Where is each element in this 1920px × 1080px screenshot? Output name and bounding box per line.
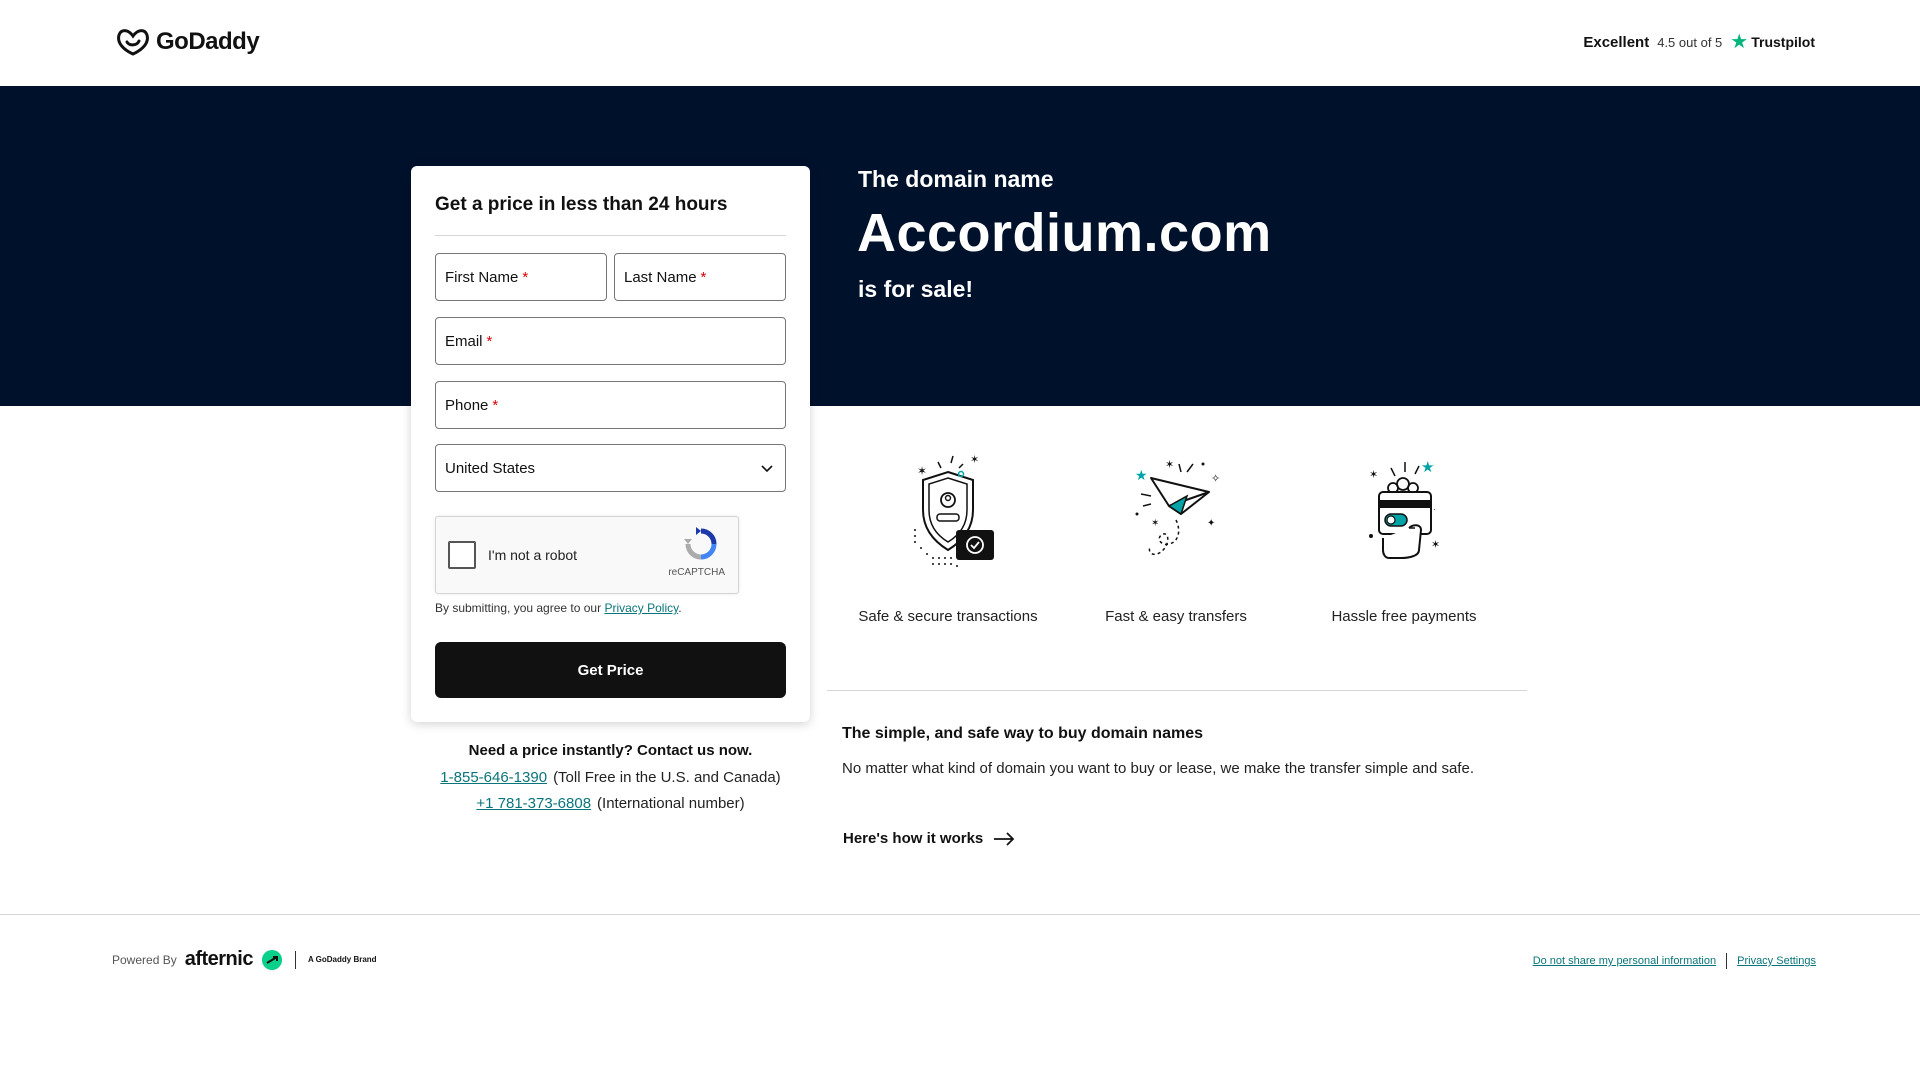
recaptcha-label: I'm not a robot	[488, 547, 578, 563]
trustpilot-label: Trustpilot	[1751, 34, 1815, 50]
contact-title: Need a price instantly? Contact us now.	[468, 742, 753, 759]
phone-label: Phone	[445, 396, 489, 414]
privacy-settings-link[interactable]: Privacy Settings	[1737, 955, 1816, 967]
recaptcha-brand: reCAPTCHA	[668, 567, 725, 578]
feature-label: Fast & easy transfers	[1105, 608, 1247, 625]
afternic-mark-icon	[261, 949, 282, 970]
svg-text:✶: ✶	[1165, 459, 1174, 471]
recaptcha-widget: I'm not a robot reCAPTCHA	[435, 516, 739, 594]
country-value: United States	[445, 459, 536, 477]
phone-us-note: (Toll Free in the U.S. and Canada)	[553, 769, 781, 786]
recaptcha-checkbox[interactable]	[448, 541, 476, 569]
powered-by: Powered By afternic A GoDaddy Brand	[112, 948, 377, 971]
trust-rating: Excellent	[1583, 33, 1650, 51]
domain-name: Accordium.com	[857, 203, 1272, 263]
required-mark: *	[700, 268, 707, 286]
form-title: Get a price in less than 24 hours	[435, 194, 728, 215]
contact-us-line: 1-855-646-1390 (Toll Free in the U.S. and…	[411, 769, 810, 786]
how-it-works-label: Here's how it works	[843, 830, 984, 847]
svg-text:✦: ✦	[1207, 518, 1215, 529]
phone-field[interactable]: Phone *	[435, 381, 786, 429]
required-mark: *	[486, 332, 493, 350]
site-header: GoDaddy Excellent 4.5 out of 5 ★ Trustpi…	[0, 0, 1920, 86]
hero-subtitle: The domain name	[858, 166, 1054, 192]
feature-secure: ✶ ✶ Safe & secure transactions	[838, 450, 1058, 625]
chevron-down-icon	[761, 465, 773, 473]
feature-transfers: ★ ✶ ✧ ✦ ✶ Fast & easy transfers	[1066, 450, 1286, 625]
phone-intl-note: (International number)	[597, 795, 745, 812]
phone-intl-link[interactable]: +1 781-373-6808	[476, 795, 591, 812]
recaptcha-logo-icon	[684, 527, 717, 560]
godaddy-brand: A GoDaddy Brand	[307, 955, 377, 964]
privacy-agreement: By submitting, you agree to our Privacy …	[435, 601, 682, 615]
godaddy-logo-icon	[117, 29, 149, 56]
how-it-works-link[interactable]: Here's how it works	[843, 830, 1015, 847]
form-divider	[435, 235, 786, 236]
privacy-policy-link[interactable]: Privacy Policy	[604, 601, 678, 615]
email-label: Email	[445, 332, 483, 350]
phone-us-link[interactable]: 1-855-646-1390	[440, 769, 547, 786]
agree-text: By submitting, you agree to our	[435, 601, 602, 615]
price-request-form: Get a price in less than 24 hours First …	[411, 166, 810, 722]
afternic-logo[interactable]: afternic	[185, 948, 254, 971]
svg-text:·: ·	[1433, 505, 1436, 514]
hero-tagline: is for sale!	[858, 276, 974, 302]
logo-text: GoDaddy	[156, 28, 260, 55]
contact-section: Need a price instantly? Contact us now. …	[411, 742, 810, 821]
svg-text:✶: ✶	[1369, 469, 1378, 481]
trust-score: 4.5 out of 5	[1657, 34, 1723, 50]
feature-label: Safe & secure transactions	[858, 608, 1038, 625]
country-select[interactable]: United States	[435, 444, 786, 492]
agree-suffix: .	[678, 601, 682, 615]
svg-text:✧: ✧	[1211, 473, 1220, 485]
get-price-button[interactable]: Get Price	[435, 642, 786, 698]
section-divider	[827, 690, 1527, 691]
star-icon: ★	[1730, 31, 1749, 53]
shield-icon: ✶ ✶	[914, 454, 994, 567]
required-mark: *	[522, 268, 529, 286]
feature-label: Hassle free payments	[1331, 608, 1477, 625]
svg-text:★: ★	[1421, 459, 1434, 476]
email-field[interactable]: Email *	[435, 317, 786, 365]
footer-links: Do not share my personal information Pri…	[1533, 953, 1816, 969]
trustpilot-rating[interactable]: Excellent 4.5 out of 5 ★ Trustpilot	[1583, 32, 1815, 52]
svg-text:✶: ✶	[1431, 539, 1440, 551]
last-name-field[interactable]: Last Name *	[614, 253, 786, 301]
svg-text:✶: ✶	[970, 454, 979, 466]
info-title: The simple, and safe way to buy domain n…	[842, 725, 1203, 742]
paper-plane-icon: ★ ✶ ✧ ✦ ✶	[1135, 459, 1220, 556]
arrow-right-icon	[994, 831, 1015, 846]
godaddy-logo[interactable]: GoDaddy	[116, 27, 260, 57]
svg-text:✶: ✶	[1151, 518, 1159, 529]
first-name-label: First Name	[445, 268, 519, 286]
footer-link-separator	[1726, 953, 1728, 969]
powered-by-label: Powered By	[112, 952, 177, 967]
svg-text:★: ★	[1135, 467, 1148, 483]
svg-text:✶: ✶	[917, 464, 927, 478]
wallet-card-icon: ✶ ★ · ✶	[1369, 459, 1440, 559]
last-name-label: Last Name	[624, 268, 697, 286]
required-mark: *	[492, 396, 499, 414]
first-name-field[interactable]: First Name *	[435, 253, 607, 301]
info-body: No matter what kind of domain you want t…	[842, 760, 1474, 777]
contact-intl-line: +1 781-373-6808 (International number)	[411, 795, 810, 812]
feature-payments: ✶ ★ · ✶ Hassle free payments	[1294, 450, 1514, 625]
do-not-share-link[interactable]: Do not share my personal information	[1533, 955, 1716, 967]
brand-separator	[294, 950, 296, 969]
footer-divider	[0, 914, 1920, 915]
trustpilot-brand: ★ Trustpilot	[1730, 32, 1815, 52]
